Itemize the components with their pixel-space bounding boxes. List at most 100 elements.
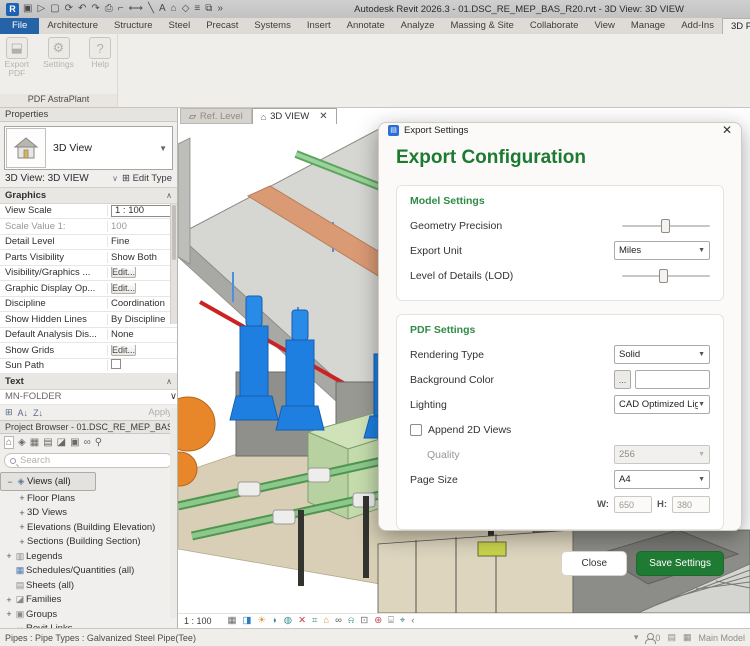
property-value[interactable]: Fine bbox=[108, 236, 177, 247]
tree-item-sections-building-section-[interactable]: +Sections (Building Section) bbox=[0, 535, 177, 550]
detail-level-icon[interactable]: ▦ bbox=[228, 616, 237, 626]
tree-item-elevations-building-elevation-[interactable]: +Elevations (Building Elevation) bbox=[0, 520, 177, 535]
expand-icon[interactable]: + bbox=[4, 609, 14, 619]
view-scale-button[interactable]: 1 : 100 bbox=[184, 616, 212, 626]
dialog-close-icon[interactable]: ✕ bbox=[722, 123, 732, 137]
tree-item-sheets-all-[interactable]: ▤Sheets (all) bbox=[0, 578, 177, 593]
displacement-icon[interactable]: ⌖ bbox=[400, 616, 405, 626]
browser-sheets-icon[interactable]: ▤ bbox=[43, 437, 52, 448]
expand-icon[interactable]: + bbox=[4, 595, 14, 605]
tree-item-families[interactable]: +◪Families bbox=[0, 593, 177, 608]
properties-scrollbar[interactable] bbox=[170, 204, 177, 324]
property-section-text[interactable]: Text∧ bbox=[0, 374, 177, 390]
temporary-hide-icon[interactable]: ∞ bbox=[335, 616, 342, 626]
text-icon[interactable]: A bbox=[159, 3, 166, 15]
background-color-picker-button[interactable]: ... bbox=[614, 370, 631, 389]
edit-type-button[interactable]: ⊞ Edit Type bbox=[122, 173, 172, 184]
views-icon[interactable]: ▣ bbox=[23, 3, 32, 15]
browser-views-icon[interactable]: ◈ bbox=[18, 437, 26, 448]
chevron-down-icon[interactable]: ▼ bbox=[159, 144, 172, 153]
ribbon-tab-steel[interactable]: Steel bbox=[161, 18, 199, 34]
collapse-icon[interactable]: − bbox=[5, 477, 15, 487]
sort-descending-icon[interactable]: Z↓ bbox=[33, 408, 43, 418]
ribbon-tab-analyze[interactable]: Analyze bbox=[393, 18, 443, 34]
redo-icon[interactable]: ↷ bbox=[91, 3, 99, 15]
temporary-view-properties-icon[interactable]: ⊡ bbox=[360, 616, 368, 626]
sun-path-checkbox[interactable] bbox=[111, 359, 121, 369]
ribbon-tab-view[interactable]: View bbox=[586, 18, 622, 34]
type-selector[interactable]: 3D View ▼ bbox=[4, 126, 173, 170]
ribbon-tab-insert[interactable]: Insert bbox=[299, 18, 339, 34]
dialog-title-bar[interactable]: ▤ Export Settings ✕ bbox=[379, 123, 741, 137]
property-section-graphics[interactable]: Graphics∧ bbox=[0, 188, 177, 204]
browser-home-icon[interactable]: ⌂ bbox=[4, 436, 14, 449]
browser-scrollbar[interactable] bbox=[170, 408, 177, 618]
switch-windows-icon[interactable]: ⧉ bbox=[205, 3, 212, 15]
browser-links-icon[interactable]: ∞ bbox=[84, 437, 91, 448]
browser-families-icon[interactable]: ◪ bbox=[57, 437, 66, 448]
thin-lines-icon[interactable]: ≡ bbox=[194, 3, 200, 15]
close-tab-icon[interactable]: ✕ bbox=[319, 111, 327, 122]
ribbon-tab-structure[interactable]: Structure bbox=[106, 18, 161, 34]
property-value-input[interactable]: 1 : 100 bbox=[111, 205, 174, 217]
visual-style-icon[interactable]: ◨ bbox=[243, 616, 252, 626]
settings-button[interactable]: ⚙Settings bbox=[42, 37, 76, 94]
page-size-select[interactable]: A4 ▼ bbox=[614, 470, 710, 489]
tree-item-legends[interactable]: +▥Legends bbox=[0, 549, 177, 564]
print-icon[interactable]: ⎙ bbox=[105, 3, 113, 15]
sun-path-icon[interactable]: ☀ bbox=[258, 616, 267, 626]
help-button[interactable]: ?Help bbox=[83, 37, 117, 94]
section-icon[interactable]: ◇ bbox=[182, 3, 190, 15]
constraints-icon[interactable]: ⌸ bbox=[388, 616, 394, 626]
save-icon[interactable]: ▢ bbox=[50, 3, 59, 15]
edit-button[interactable]: Edit... bbox=[111, 283, 136, 294]
crop-region-icon[interactable]: ⌗ bbox=[312, 616, 317, 626]
ribbon-tab-architecture[interactable]: Architecture bbox=[39, 18, 106, 34]
background-color-input[interactable] bbox=[635, 370, 710, 389]
close-button[interactable]: Close bbox=[561, 551, 627, 576]
chevron-down-icon[interactable]: ∨ bbox=[170, 391, 177, 402]
expand-icon[interactable]: + bbox=[17, 537, 27, 547]
append-2d-views-checkbox[interactable] bbox=[410, 424, 422, 436]
view-tab-ref-level[interactable]: ▱ Ref. Level bbox=[180, 108, 252, 124]
rendering-icon[interactable]: ◍ bbox=[284, 616, 292, 626]
revit-logo-icon[interactable]: R bbox=[6, 3, 19, 16]
export-pdf-button[interactable]: ⬓Export PDF bbox=[0, 37, 34, 94]
reveal-hidden-icon[interactable]: ⍾ bbox=[348, 616, 354, 626]
tree-item-views-all-[interactable]: −◈Views (all) bbox=[0, 472, 96, 491]
sort-ascending-icon[interactable]: A↓ bbox=[18, 408, 29, 418]
lod-slider[interactable] bbox=[622, 269, 710, 283]
collapse-icon[interactable]: ‹ bbox=[411, 616, 414, 626]
expand-icon[interactable]: + bbox=[17, 508, 27, 518]
expand-icon[interactable]: + bbox=[17, 493, 27, 503]
tree-item-schedules-quantities-all-[interactable]: ▦Schedules/Quantities (all) bbox=[0, 564, 177, 579]
editable-only-icon[interactable]: ▤ bbox=[667, 632, 676, 643]
tree-item-groups[interactable]: +▣Groups bbox=[0, 607, 177, 622]
save-settings-button[interactable]: Save Settings bbox=[636, 551, 724, 576]
sync-icon[interactable]: ⟳ bbox=[65, 3, 73, 15]
dimension-icon[interactable]: ⟷ bbox=[129, 3, 143, 15]
expand-icon[interactable]: + bbox=[17, 522, 27, 532]
worksets-button[interactable]: 0 bbox=[645, 633, 660, 643]
property-value[interactable]: Coordination bbox=[108, 298, 177, 309]
open-icon[interactable]: ▷ bbox=[37, 3, 45, 15]
design-options-icon[interactable]: ▦ bbox=[683, 632, 692, 643]
property-value[interactable]: None bbox=[108, 329, 177, 340]
lighting-select[interactable]: CAD Optimized Light ▼ bbox=[614, 395, 710, 414]
orange-tank[interactable] bbox=[178, 397, 215, 451]
tree-item-3d-views[interactable]: +3D Views bbox=[0, 506, 177, 521]
view-tab-3d-view[interactable]: ⌂ 3D VIEW ✕ bbox=[252, 108, 337, 124]
collapse-icon[interactable]: ∧ bbox=[166, 377, 177, 386]
measure-icon[interactable]: ⌐ bbox=[118, 3, 124, 15]
property-value[interactable]: 100 bbox=[108, 221, 177, 232]
analytical-model-icon[interactable]: ⊛ bbox=[374, 616, 382, 626]
properties-filter-icon[interactable]: ⊞ bbox=[5, 407, 13, 418]
ribbon-tab-annotate[interactable]: Annotate bbox=[339, 18, 393, 34]
property-value[interactable]: Show Both bbox=[108, 252, 177, 263]
geometry-precision-slider[interactable] bbox=[622, 219, 710, 233]
ribbon-tab-collaborate[interactable]: Collaborate bbox=[522, 18, 587, 34]
browser-schedules-icon[interactable]: ▦ bbox=[30, 437, 39, 448]
tree-item-floor-plans[interactable]: +Floor Plans bbox=[0, 491, 177, 506]
ribbon-tab-add-ins[interactable]: Add-Ins bbox=[673, 18, 722, 34]
export-unit-select[interactable]: Miles ▼ bbox=[614, 241, 710, 260]
